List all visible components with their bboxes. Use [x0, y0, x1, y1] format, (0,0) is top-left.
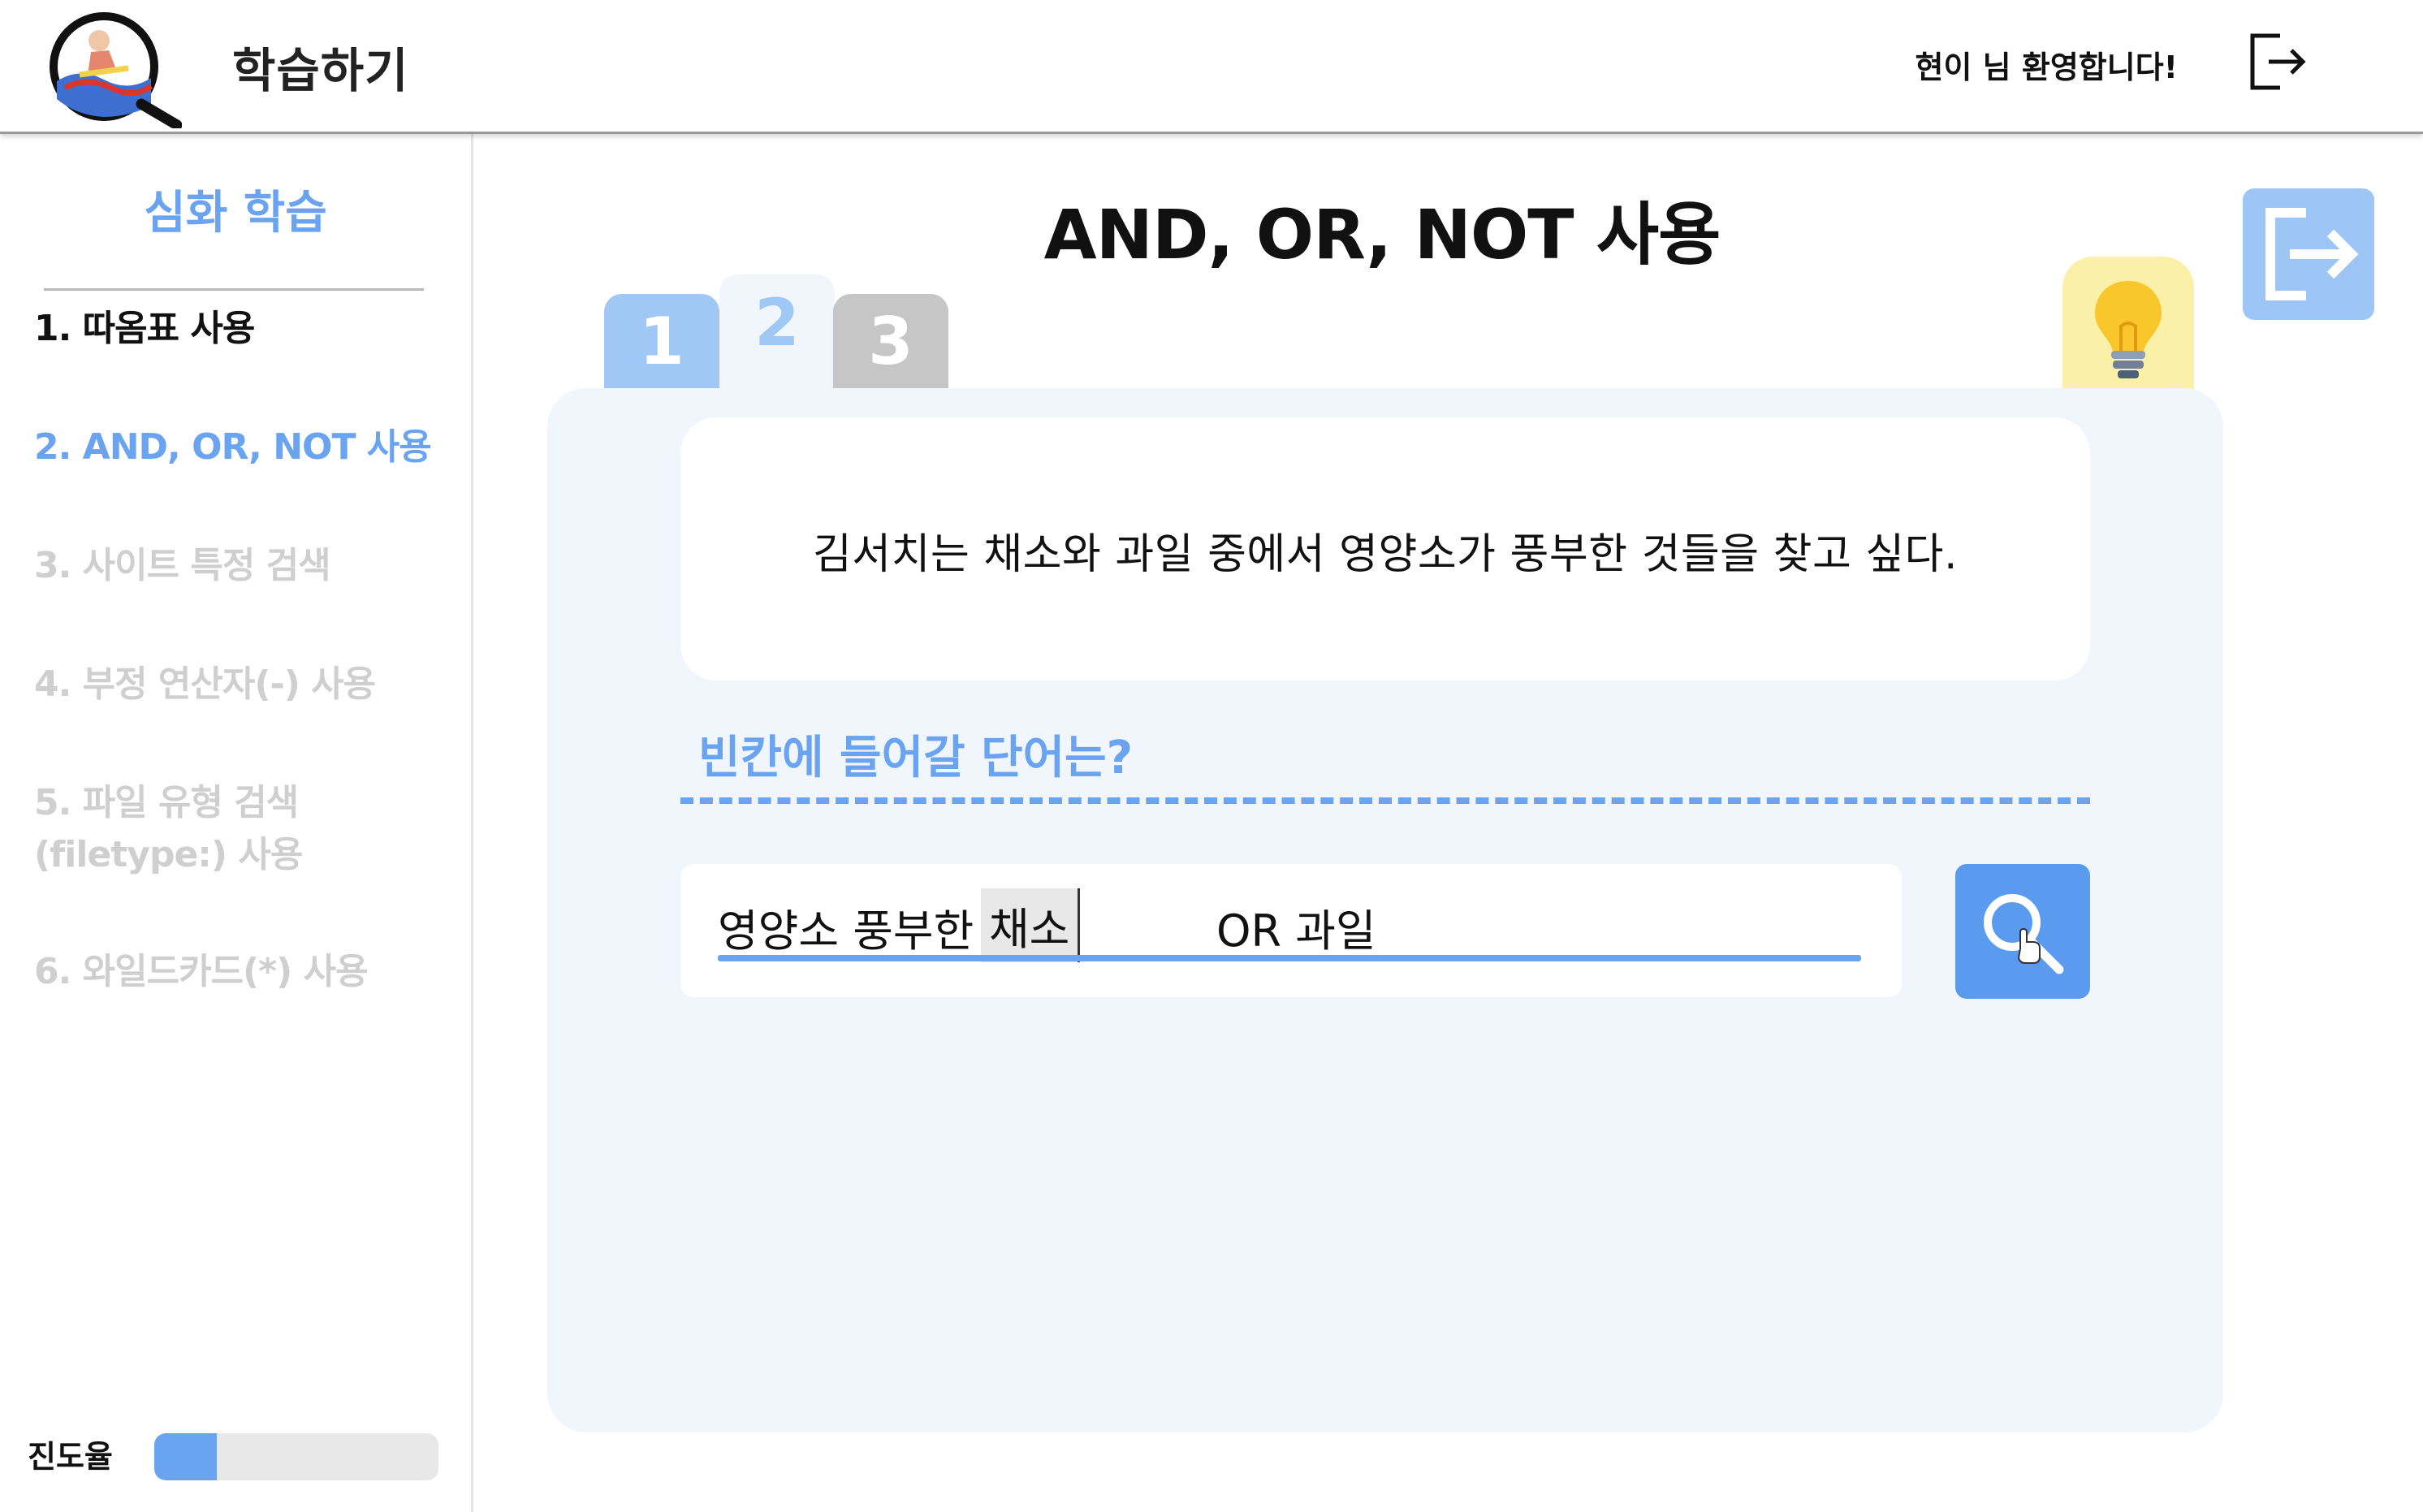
answer-input-box[interactable]: 영양소 풍부한 채소 OR 과일: [680, 864, 1902, 997]
search-icon: [1984, 894, 2064, 974]
exit-button[interactable]: [2243, 188, 2374, 320]
answer-suffix: OR 과일: [1216, 905, 1376, 957]
sidebar-title: 심화 학습: [144, 187, 327, 240]
sidebar-item-site-search[interactable]: 3. 사이트 특정 검색: [34, 540, 456, 592]
tab-question-2[interactable]: 2: [719, 274, 835, 390]
logout-icon[interactable]: [2246, 31, 2308, 93]
sidebar-item-filetype-line2: (filetype:) 사용: [34, 834, 303, 875]
exit-icon: [2265, 208, 2359, 300]
answer-blank-input[interactable]: 채소: [981, 888, 1081, 962]
progress-bar: [154, 1433, 438, 1480]
welcome-message: 현이 님 환영합니다!: [1915, 50, 2178, 85]
sidebar: 심화 학습 1. 따옴표 사용 2. AND, OR, NOT 사용 3. 사이…: [0, 134, 473, 1512]
sidebar-item-negation[interactable]: 4. 부정 연산자(-) 사용: [34, 659, 456, 711]
progress-label: 진도율: [28, 1439, 113, 1475]
question-card: 김서치는 채소와 과일 중에서 영양소가 풍부한 것들을 찾고 싶다.: [680, 417, 2090, 680]
sidebar-item-filetype[interactable]: 5. 파일 유형 검색 (filetype:) 사용: [34, 777, 456, 881]
sidebar-item-quotes[interactable]: 1. 따옴표 사용: [34, 303, 456, 355]
question-text: 김서치는 채소와 과일 중에서 영양소가 풍부한 것들을 찾고 싶다.: [812, 530, 1959, 579]
progress-bar-fill: [154, 1433, 217, 1480]
magnifier-logo-icon: [50, 12, 183, 131]
top-header: 학습하기 현이 님 환영합니다!: [0, 0, 2423, 134]
search-button[interactable]: [1955, 864, 2090, 999]
app-title: 학습하기: [232, 43, 409, 98]
answer-prefix: 영양소 풍부한: [718, 905, 974, 957]
tab-question-3[interactable]: 3: [833, 294, 948, 390]
sidebar-item-filetype-line1: 5. 파일 유형 검색: [34, 782, 299, 823]
blank-prompt: 빈칸에 들어갈 단어는?: [698, 732, 1134, 784]
hint-button[interactable]: [2062, 257, 2194, 391]
sidebar-divider: [44, 288, 424, 291]
app-logo[interactable]: [47, 10, 183, 131]
sidebar-item-wildcard[interactable]: 6. 와일드카드(*) 사용: [34, 946, 456, 998]
page-title: AND, OR, NOT 사용: [1043, 195, 1721, 274]
lightbulb-icon: [2095, 281, 2162, 378]
quiz-panel: 김서치는 채소와 과일 중에서 영양소가 풍부한 것들을 찾고 싶다. 빈칸에 …: [547, 388, 2223, 1432]
answer-underline: [718, 955, 1861, 961]
sidebar-item-and-or-not[interactable]: 2. AND, OR, NOT 사용: [34, 421, 456, 473]
tab-question-1[interactable]: 1: [604, 294, 719, 390]
dashed-divider: [680, 797, 2090, 804]
